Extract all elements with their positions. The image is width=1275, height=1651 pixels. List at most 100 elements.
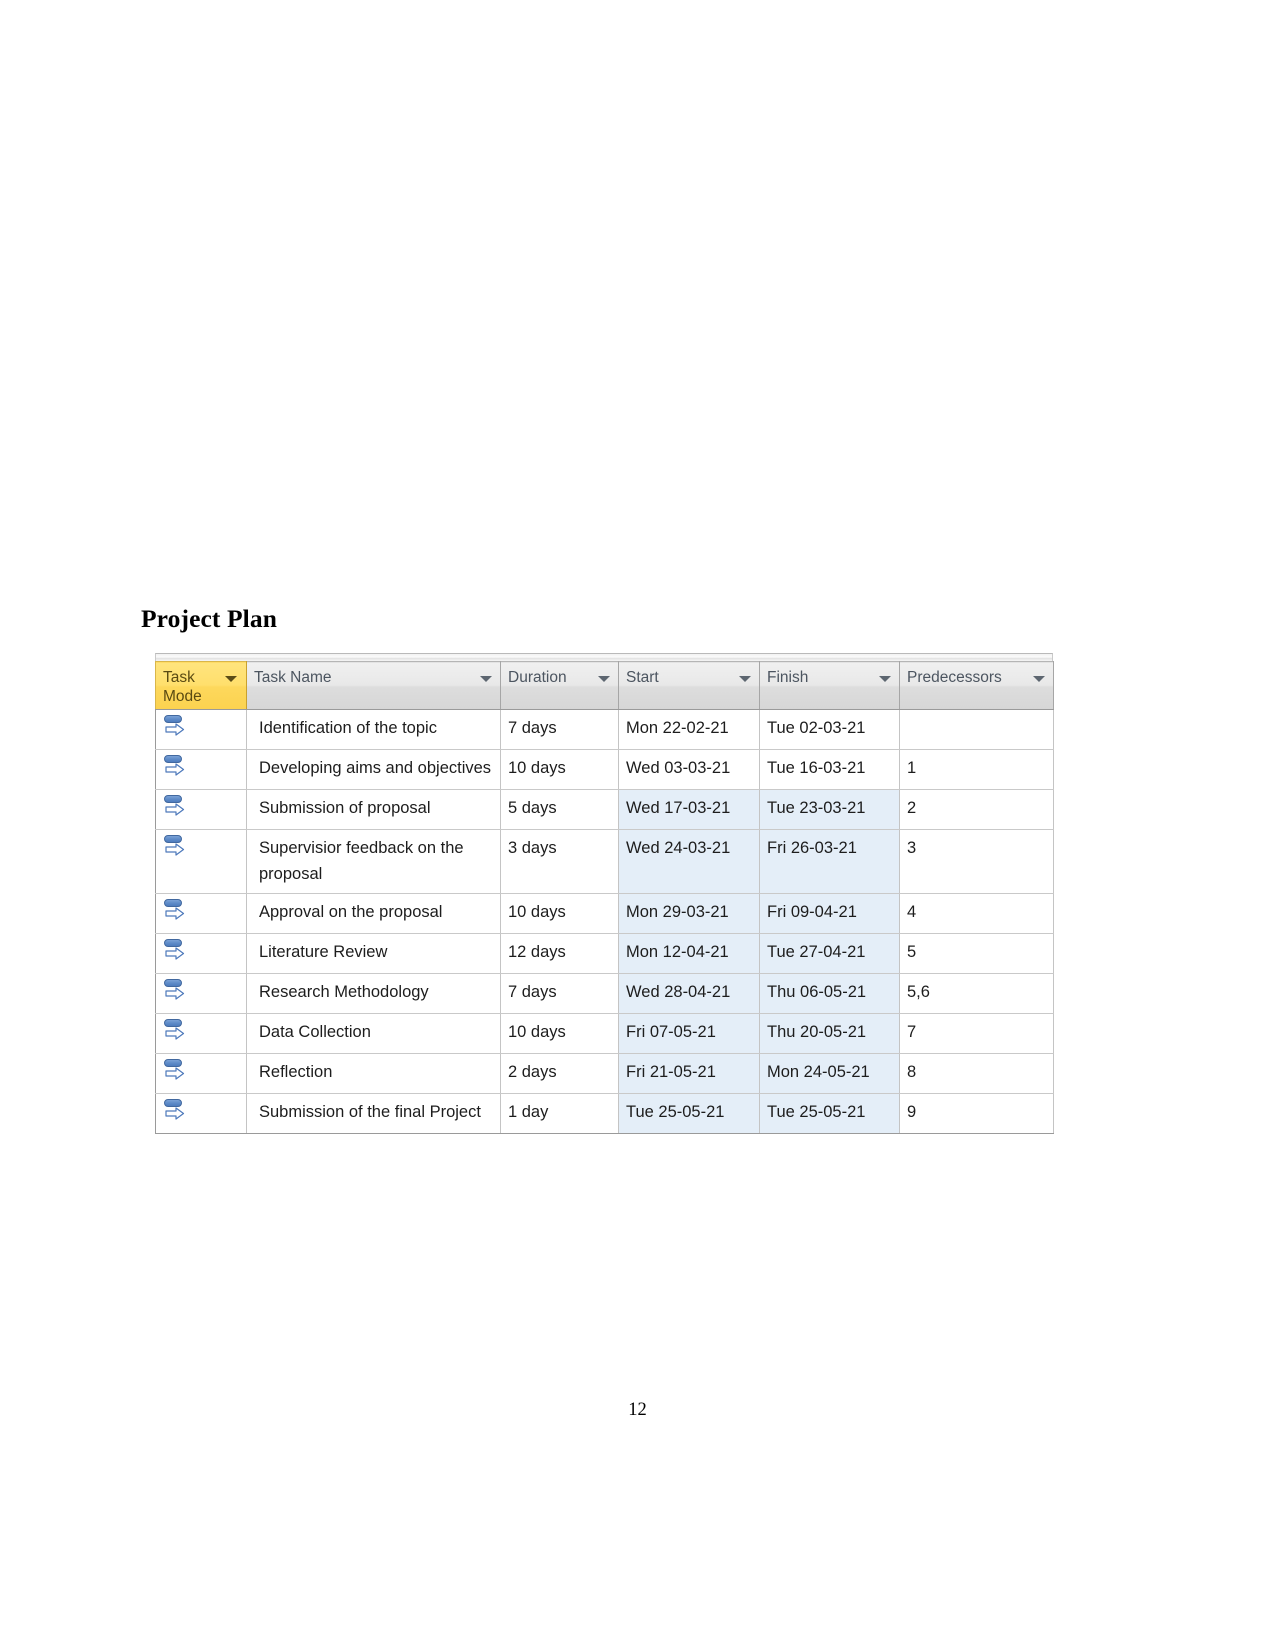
cell-predecessors[interactable]: 9 bbox=[899, 1093, 1054, 1134]
column-header-predecessors[interactable]: Predecessors bbox=[899, 661, 1054, 710]
cell-predecessors[interactable]: 4 bbox=[899, 893, 1054, 934]
cell-finish[interactable]: Fri 26-03-21 bbox=[759, 829, 900, 894]
cell-start[interactable]: Tue 25-05-21 bbox=[618, 1093, 760, 1134]
cell-task-mode[interactable] bbox=[155, 1053, 247, 1094]
cell-start[interactable]: Mon 12-04-21 bbox=[618, 933, 760, 974]
cell-predecessors[interactable]: 8 bbox=[899, 1053, 1054, 1094]
cell-duration[interactable]: 10 days bbox=[500, 749, 619, 790]
cell-finish[interactable]: Thu 20-05-21 bbox=[759, 1013, 900, 1054]
table-row[interactable]: Reflection 2 days Fri 21-05-21 Mon 24-05-21… bbox=[155, 1053, 1054, 1094]
table-row[interactable]: Submission of proposal 5 days Wed 17-03-21… bbox=[155, 789, 1054, 830]
column-header-finish[interactable]: Finish bbox=[759, 661, 900, 710]
cell-task-name[interactable]: Submission of the final Project bbox=[246, 1093, 501, 1134]
cell-task-name[interactable]: Literature Review bbox=[246, 933, 501, 974]
column-header-predecessors-label: Predecessors bbox=[907, 669, 1002, 686]
cell-task-mode[interactable] bbox=[155, 1013, 247, 1054]
cell-task-name[interactable]: Approval on the proposal bbox=[246, 893, 501, 934]
cell-start[interactable]: Wed 17-03-21 bbox=[618, 789, 760, 830]
cell-finish[interactable]: Fri 09-04-21 bbox=[759, 893, 900, 934]
cell-duration[interactable]: 12 days bbox=[500, 933, 619, 974]
table-row[interactable]: Supervisior feedback on the proposal 3 da… bbox=[155, 829, 1054, 894]
cell-finish[interactable]: Tue 23-03-21 bbox=[759, 789, 900, 830]
cell-task-mode[interactable] bbox=[155, 973, 247, 1014]
auto-scheduled-icon bbox=[162, 1018, 188, 1044]
cell-task-name[interactable]: Submission of proposal bbox=[246, 789, 501, 830]
project-plan-table: Task Mode Task Name Duration Start Finis… bbox=[155, 653, 1054, 1134]
auto-scheduled-icon bbox=[162, 978, 188, 1004]
column-header-duration-label: Duration bbox=[508, 669, 567, 686]
page-number: 12 bbox=[628, 1400, 647, 1420]
page-title: Project Plan bbox=[141, 604, 277, 633]
column-header-finish-label: Finish bbox=[767, 669, 809, 686]
cell-predecessors[interactable]: 3 bbox=[899, 829, 1054, 894]
task-grid: Task Mode Task Name Duration Start Finis… bbox=[155, 661, 1054, 1134]
table-row[interactable]: Research Methodology 7 days Wed 28-04-21 Th… bbox=[155, 973, 1054, 1014]
table-row[interactable]: Identification of the topic 7 days Mon 22-… bbox=[155, 709, 1054, 750]
cell-start[interactable]: Mon 29-03-21 bbox=[618, 893, 760, 934]
auto-scheduled-icon bbox=[162, 794, 188, 820]
cell-duration[interactable]: 2 days bbox=[500, 1053, 619, 1094]
cell-task-name[interactable]: Research Methodology bbox=[246, 973, 501, 1014]
cell-predecessors[interactable]: 7 bbox=[899, 1013, 1054, 1054]
column-header-task-mode[interactable]: Task Mode bbox=[155, 661, 247, 710]
cell-task-mode[interactable] bbox=[155, 829, 247, 894]
auto-scheduled-icon bbox=[162, 754, 188, 780]
table-header: Task Mode Task Name Duration Start Finis… bbox=[155, 661, 1054, 710]
cell-duration[interactable]: 5 days bbox=[500, 789, 619, 830]
auto-scheduled-icon bbox=[162, 938, 188, 964]
cell-duration[interactable]: 10 days bbox=[500, 893, 619, 934]
cell-duration[interactable]: 7 days bbox=[500, 709, 619, 750]
cell-task-mode[interactable] bbox=[155, 893, 247, 934]
chevron-down-icon[interactable] bbox=[598, 676, 610, 682]
cell-predecessors[interactable]: 5,6 bbox=[899, 973, 1054, 1014]
cell-finish[interactable]: Mon 24-05-21 bbox=[759, 1053, 900, 1094]
table-row[interactable]: Approval on the proposal 10 days Mon 29-03… bbox=[155, 893, 1054, 934]
chevron-down-icon[interactable] bbox=[480, 676, 492, 682]
cell-start[interactable]: Wed 28-04-21 bbox=[618, 973, 760, 1014]
cell-start[interactable]: Wed 24-03-21 bbox=[618, 829, 760, 894]
chevron-down-icon[interactable] bbox=[1033, 676, 1045, 682]
cell-duration[interactable]: 1 day bbox=[500, 1093, 619, 1134]
cell-start[interactable]: Wed 03-03-21 bbox=[618, 749, 760, 790]
cell-duration[interactable]: 3 days bbox=[500, 829, 619, 894]
cell-predecessors[interactable]: 5 bbox=[899, 933, 1054, 974]
table-row[interactable]: Data Collection 10 days Fri 07-05-21 Thu 20… bbox=[155, 1013, 1054, 1054]
cell-predecessors[interactable] bbox=[899, 709, 1054, 750]
cell-task-name[interactable]: Reflection bbox=[246, 1053, 501, 1094]
cell-start[interactable]: Fri 07-05-21 bbox=[618, 1013, 760, 1054]
cell-start[interactable]: Fri 21-05-21 bbox=[618, 1053, 760, 1094]
cell-predecessors[interactable]: 1 bbox=[899, 749, 1054, 790]
cell-start[interactable]: Mon 22-02-21 bbox=[618, 709, 760, 750]
cell-task-name[interactable]: Data Collection bbox=[246, 1013, 501, 1054]
column-header-start[interactable]: Start bbox=[618, 661, 760, 710]
chevron-down-icon[interactable] bbox=[879, 676, 891, 682]
cell-duration[interactable]: 7 days bbox=[500, 973, 619, 1014]
cell-finish[interactable]: Tue 27-04-21 bbox=[759, 933, 900, 974]
cell-duration[interactable]: 10 days bbox=[500, 1013, 619, 1054]
chevron-down-icon[interactable] bbox=[739, 676, 751, 682]
column-header-task-name[interactable]: Task Name bbox=[246, 661, 501, 710]
cell-predecessors[interactable]: 2 bbox=[899, 789, 1054, 830]
auto-scheduled-icon bbox=[162, 898, 188, 924]
cell-task-mode[interactable] bbox=[155, 1093, 247, 1134]
cell-finish[interactable]: Thu 06-05-21 bbox=[759, 973, 900, 1014]
chevron-down-icon[interactable] bbox=[225, 676, 237, 682]
table-row[interactable]: Developing aims and objectives 10 days Wed… bbox=[155, 749, 1054, 790]
column-header-duration[interactable]: Duration bbox=[500, 661, 619, 710]
cell-task-mode[interactable] bbox=[155, 933, 247, 974]
cell-finish[interactable]: Tue 02-03-21 bbox=[759, 709, 900, 750]
cell-task-mode[interactable] bbox=[155, 789, 247, 830]
table-row[interactable]: Submission of the final Project 1 day Tue … bbox=[155, 1093, 1054, 1134]
grid-top-chrome bbox=[155, 653, 1053, 661]
auto-scheduled-icon bbox=[162, 1098, 188, 1124]
cell-task-name[interactable]: Supervisior feedback on the proposal bbox=[246, 829, 501, 894]
cell-finish[interactable]: Tue 16-03-21 bbox=[759, 749, 900, 790]
cell-finish[interactable]: Tue 25-05-21 bbox=[759, 1093, 900, 1134]
cell-task-name[interactable]: Identification of the topic bbox=[246, 709, 501, 750]
cell-task-name[interactable]: Developing aims and objectives bbox=[246, 749, 501, 790]
cell-task-mode[interactable] bbox=[155, 709, 247, 750]
table-row[interactable]: Literature Review 12 days Mon 12-04-21 Tue … bbox=[155, 933, 1054, 974]
header-row: Task Mode Task Name Duration Start Finis… bbox=[155, 661, 1054, 710]
auto-scheduled-icon bbox=[162, 714, 188, 740]
cell-task-mode[interactable] bbox=[155, 749, 247, 790]
